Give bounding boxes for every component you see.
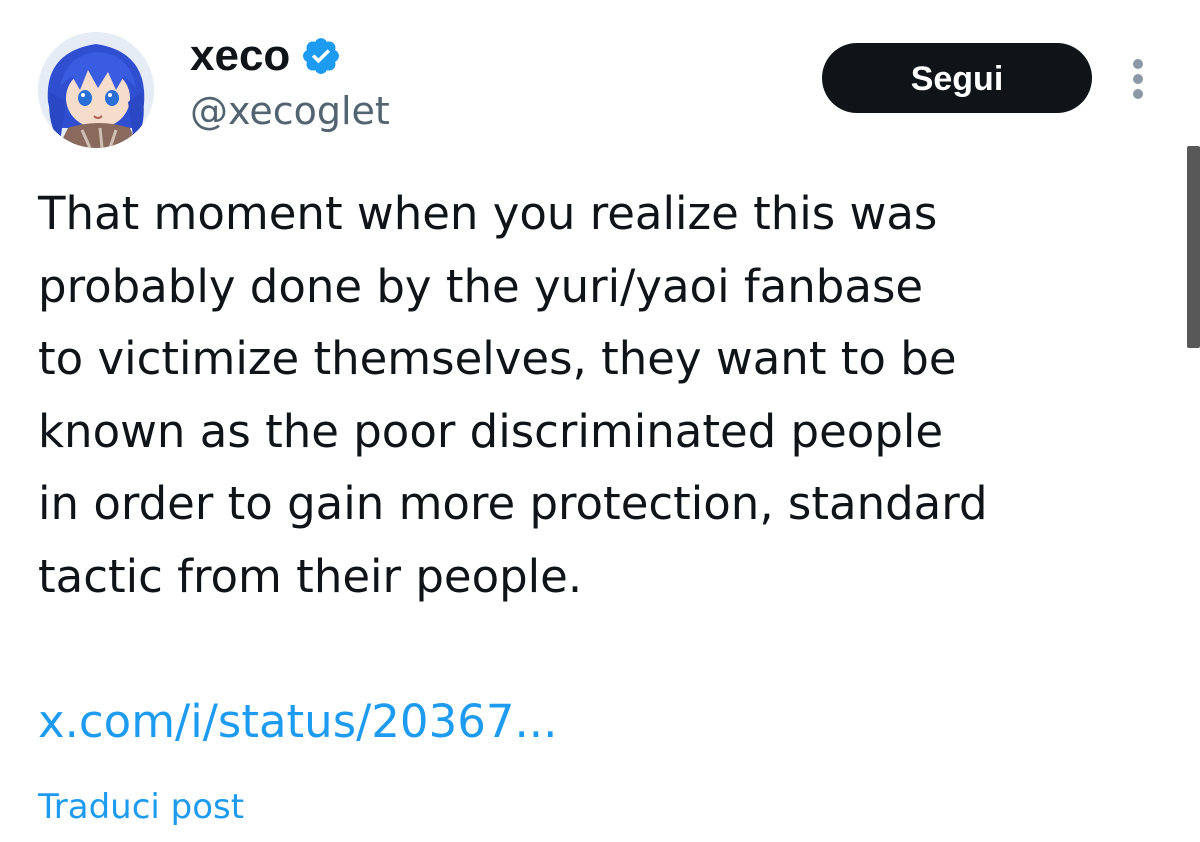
translate-post-link[interactable]: Traduci post bbox=[38, 782, 244, 832]
scrollbar-thumb[interactable] bbox=[1187, 146, 1200, 348]
more-vertical-icon bbox=[1133, 59, 1143, 99]
avatar[interactable] bbox=[38, 32, 154, 148]
tweet-text: That moment when you realize this was pr… bbox=[38, 178, 1158, 613]
tweet-text-line: That moment when you realize this was bbox=[38, 187, 938, 240]
follow-button[interactable]: Segui bbox=[822, 43, 1092, 113]
avatar-image bbox=[38, 32, 154, 148]
author-name-row[interactable]: xeco bbox=[190, 28, 342, 84]
tweet-text-line: to victimize themselves, they want to be bbox=[38, 332, 957, 385]
author-handle[interactable]: @xecoglet bbox=[190, 86, 390, 136]
tweet-text-line: probably done by the yuri/yaoi fanbase bbox=[38, 259, 924, 313]
verified-badge-icon[interactable] bbox=[300, 35, 342, 77]
author-display-name[interactable]: xeco bbox=[190, 28, 290, 84]
tweet-text-line: known as the poor discriminated people bbox=[38, 404, 944, 458]
more-options-button[interactable] bbox=[1122, 56, 1154, 102]
tweet-text-line: tactic from their people. bbox=[38, 549, 583, 603]
tweet-text-line: in order to gain more protection, standa… bbox=[38, 477, 988, 530]
tweet-status-link[interactable]: x.com/i/status/20367... bbox=[38, 690, 557, 754]
